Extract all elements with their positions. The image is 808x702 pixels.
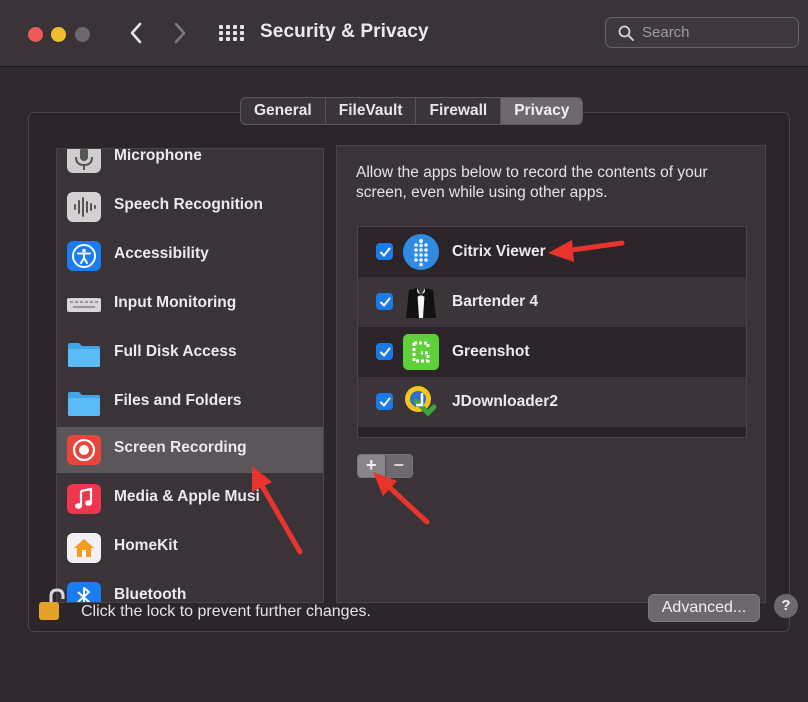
add-remove-control: + −	[357, 454, 413, 478]
sidebar-item-media-apple-music[interactable]: Media & Apple Musi	[57, 476, 323, 522]
close-window-button[interactable]	[28, 27, 43, 42]
sidebar-item-speech-recognition[interactable]: Speech Recognition	[57, 184, 323, 230]
tab-firewall[interactable]: Firewall	[416, 98, 502, 124]
advanced-button[interactable]: Advanced...	[648, 594, 760, 622]
app-checkbox[interactable]	[376, 343, 393, 360]
app-name: Greenshot	[452, 343, 530, 360]
forward-icon[interactable]	[168, 18, 192, 48]
sidebar-item-label: Speech Recognition	[114, 196, 263, 213]
tab-general[interactable]: General	[241, 98, 326, 124]
sidebar-item-label: Files and Folders	[114, 392, 242, 409]
list-item[interactable]: Citrix Viewer	[358, 227, 746, 277]
sidebar-item-label: HomeKit	[114, 537, 178, 554]
jdownloader-icon	[402, 383, 440, 421]
minimize-window-button[interactable]	[51, 27, 66, 42]
sidebar-item-label: Accessibility	[114, 245, 209, 262]
app-name: JDownloader2	[452, 393, 558, 410]
sidebar-item-homekit[interactable]: HomeKit	[57, 525, 323, 571]
sidebar-item-label: Input Monitoring	[114, 294, 237, 311]
sidebar-item-accessibility[interactable]: Accessibility	[57, 233, 323, 279]
app-checkbox[interactable]	[376, 243, 393, 260]
lock-icon[interactable]	[37, 588, 65, 622]
list-item[interactable]: JDownloader2	[358, 377, 746, 427]
folder-icon	[67, 388, 101, 418]
sidebar-item-full-disk-access[interactable]: Full Disk Access	[57, 331, 323, 377]
remove-app-button[interactable]: −	[384, 455, 412, 477]
sidebar-item-microphone[interactable]: Microphone	[57, 148, 323, 181]
sidebar-item-label: Full Disk Access	[114, 343, 237, 360]
music-note-icon	[67, 484, 101, 514]
list-item[interactable]: Bartender 4	[358, 277, 746, 327]
lock-status-text: Click the lock to prevent further change…	[81, 603, 371, 620]
zoom-window-button[interactable]	[75, 27, 90, 42]
sidebar-item-label: Microphone	[114, 148, 202, 164]
screen-record-icon	[67, 435, 101, 465]
sidebar-item-label: Media & Apple Musi	[114, 488, 260, 505]
show-all-grid-icon[interactable]	[218, 22, 244, 44]
search-placeholder: Search	[642, 24, 690, 41]
detail-description: Allow the apps below to record the conte…	[356, 164, 708, 201]
citrix-viewer-icon	[402, 233, 440, 271]
sidebar-item-label: Screen Recording	[114, 439, 247, 456]
back-icon[interactable]	[124, 18, 148, 48]
greenshot-icon	[402, 333, 440, 371]
app-name: Citrix Viewer	[452, 243, 546, 260]
home-icon	[67, 533, 101, 563]
bartender-tuxedo-icon	[402, 283, 440, 321]
bluetooth-icon	[67, 582, 101, 602]
sidebar-item-files-and-folders[interactable]: Files and Folders	[57, 380, 323, 426]
window-titlebar: Security & Privacy Search	[0, 0, 808, 67]
tab-bar: General FileVault Firewall Privacy	[240, 97, 584, 125]
search-input[interactable]: Search	[605, 17, 799, 48]
tab-filevault[interactable]: FileVault	[326, 98, 417, 124]
list-item[interactable]: Greenshot	[358, 327, 746, 377]
window-title: Security & Privacy	[260, 21, 429, 42]
keyboard-icon	[67, 290, 101, 320]
help-button[interactable]: ?	[774, 594, 798, 618]
sidebar-item-input-monitoring[interactable]: Input Monitoring	[57, 282, 323, 328]
allowed-apps-list[interactable]: Citrix Viewer Bartender 4 Greenshot JDow…	[357, 226, 747, 438]
app-name: Bartender 4	[452, 293, 539, 310]
screen-recording-detail: Allow the apps below to record the conte…	[336, 145, 766, 603]
add-app-button[interactable]: +	[358, 455, 385, 477]
privacy-category-list[interactable]: Microphone Speech Recognition Accessibil…	[56, 148, 324, 603]
app-checkbox[interactable]	[376, 393, 393, 410]
app-checkbox[interactable]	[376, 293, 393, 310]
sidebar-item-bluetooth[interactable]: Bluetooth	[57, 574, 323, 603]
speech-waveform-icon	[67, 192, 101, 222]
tab-privacy[interactable]: Privacy	[501, 98, 583, 124]
sidebar-item-label: Bluetooth	[114, 586, 187, 603]
search-icon	[618, 25, 634, 41]
microphone-icon	[67, 149, 101, 173]
accessibility-icon	[67, 241, 101, 271]
folder-icon	[67, 339, 101, 369]
sidebar-item-screen-recording[interactable]: Screen Recording	[57, 427, 323, 473]
